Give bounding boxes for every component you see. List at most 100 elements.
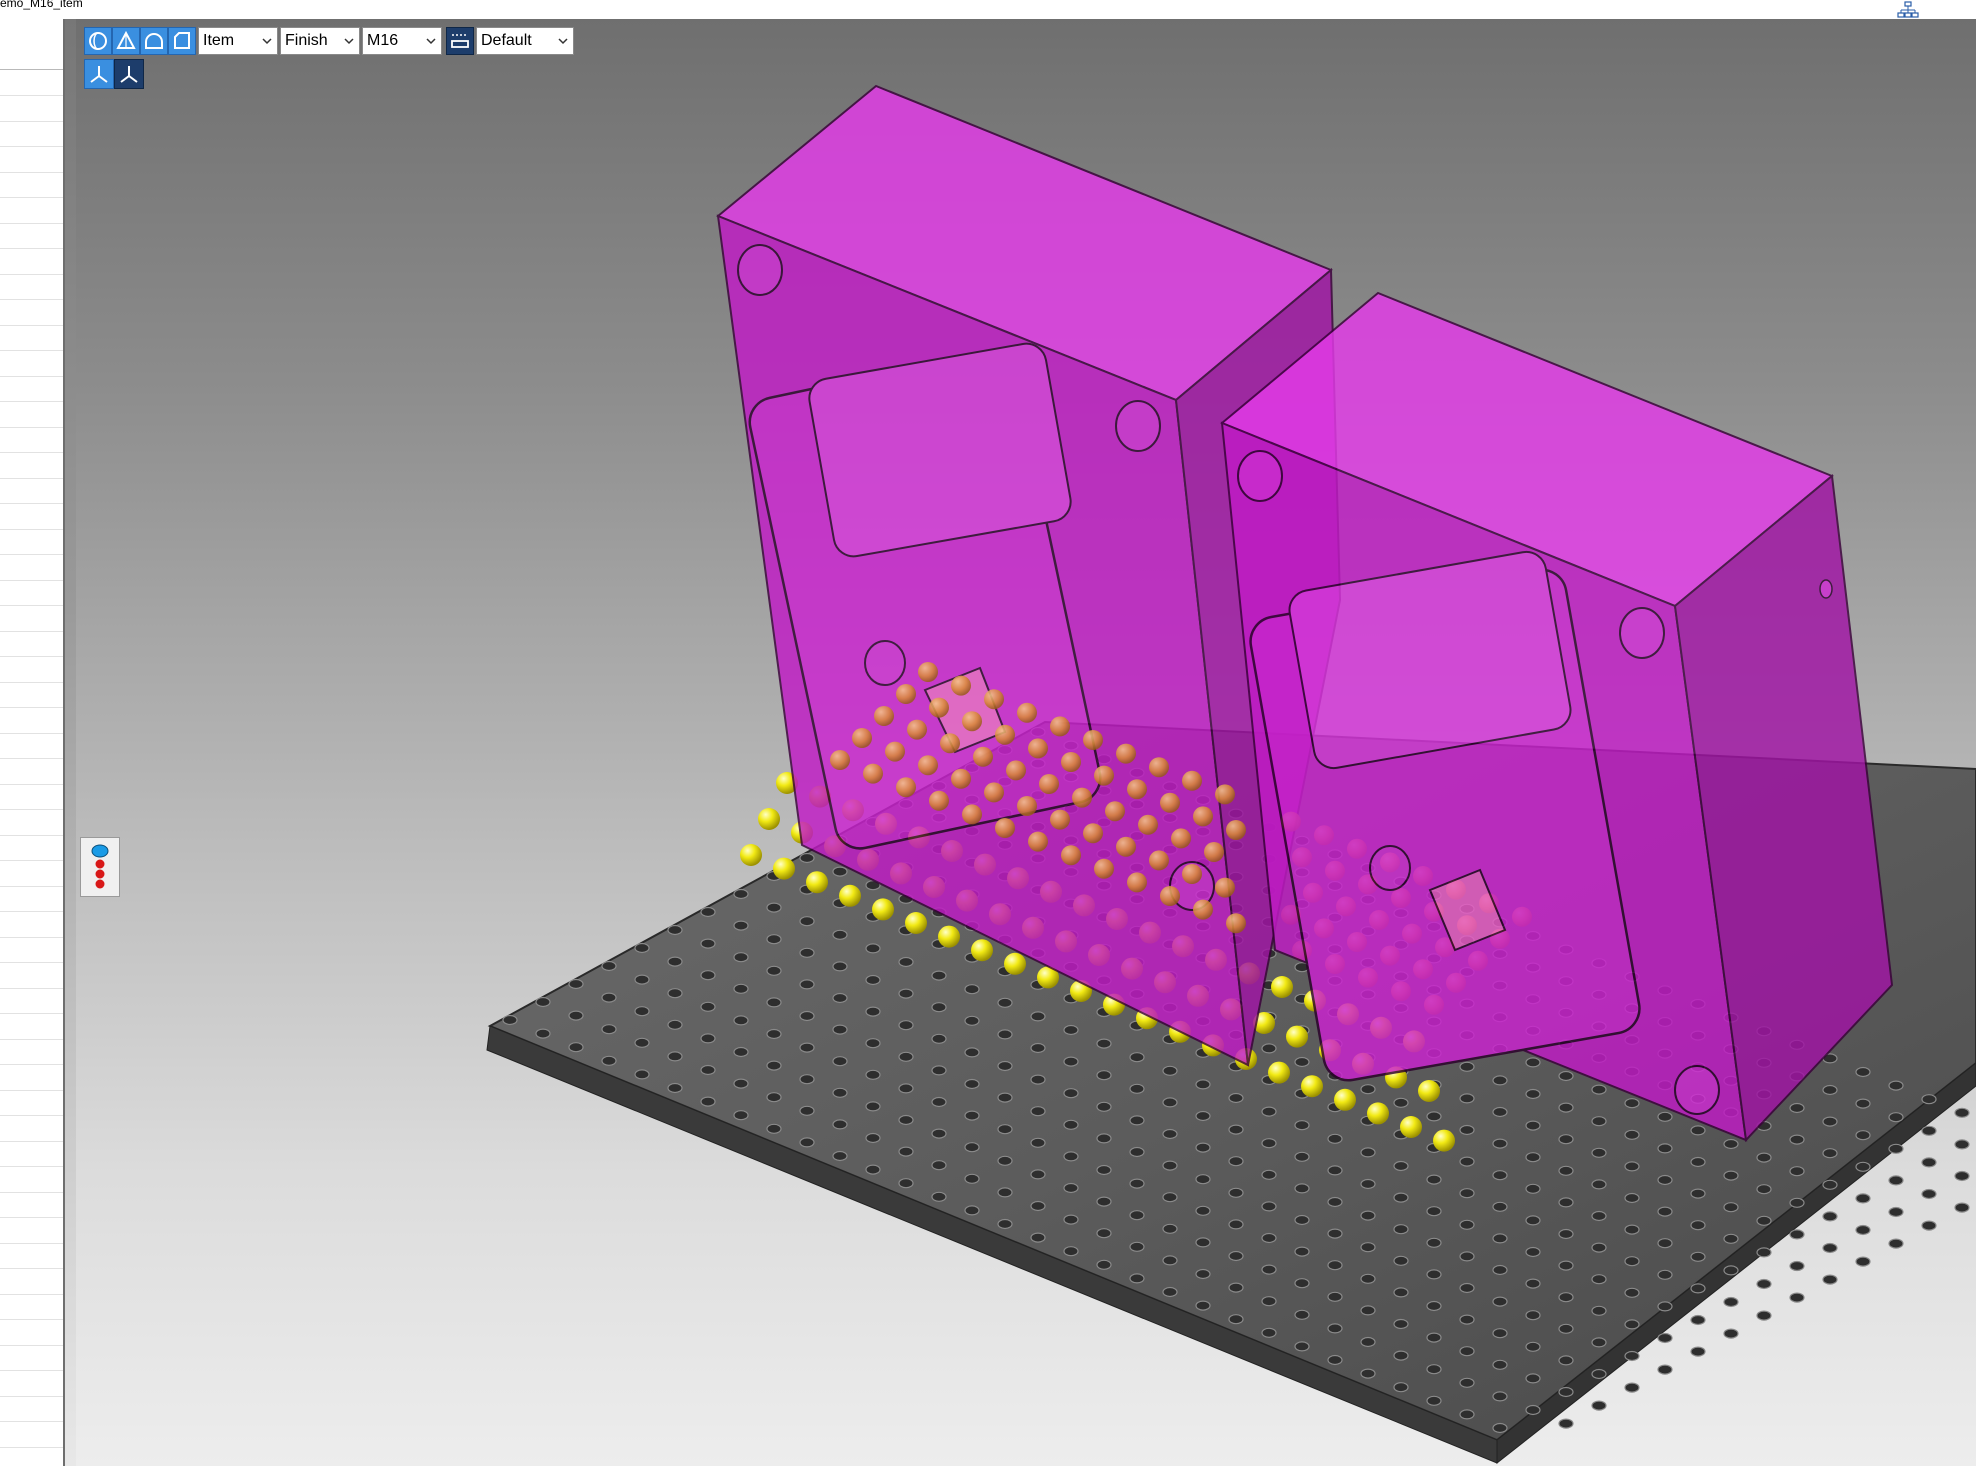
- plate-hole: [667, 924, 683, 936]
- list-row-divider: [0, 273, 63, 275]
- plate-hole: [766, 965, 782, 976]
- plate-hole: [1393, 1097, 1409, 1108]
- plate-hole: [700, 970, 716, 981]
- plate-hole: [1492, 1328, 1508, 1339]
- list-row-divider: [0, 732, 63, 734]
- plate-hole: [1195, 1300, 1211, 1311]
- plate-hole: [1261, 1296, 1277, 1307]
- cone-view-button[interactable]: [112, 27, 140, 55]
- plate-hole: [1756, 1184, 1772, 1195]
- plate-hole: [1195, 1110, 1211, 1122]
- thread-combo[interactable]: M16: [362, 27, 442, 55]
- plate-hole: [1294, 1309, 1310, 1320]
- plate-hole: [1888, 1080, 1904, 1091]
- plate-hole: [865, 1164, 881, 1175]
- plate-hole: [1492, 1106, 1508, 1118]
- yellow-pin: [872, 898, 894, 921]
- plate-hole: [1162, 1065, 1178, 1076]
- item-combo[interactable]: Item: [198, 27, 278, 55]
- plate-hole: [1459, 1282, 1475, 1294]
- list-row-divider: [0, 222, 63, 224]
- plate-hole: [1525, 1404, 1541, 1416]
- plate-hole: [1789, 1197, 1805, 1208]
- finish-combo[interactable]: Finish: [280, 27, 360, 55]
- plate-hole: [1558, 1102, 1574, 1113]
- plate-hole: [1162, 1255, 1178, 1266]
- chevron-down-icon: [426, 38, 436, 45]
- plate-hole: [1591, 1210, 1607, 1222]
- plate-hole: [964, 1110, 980, 1121]
- plate-hole: [997, 1092, 1013, 1103]
- plate-hole: [1954, 1202, 1970, 1213]
- orange-pin: [951, 675, 971, 696]
- plate-hole: [1459, 1124, 1475, 1136]
- plate-hole: [799, 1074, 815, 1085]
- plate-hole: [1063, 1214, 1079, 1225]
- plate-hole: [931, 1033, 947, 1044]
- plate-hole: [700, 1033, 716, 1044]
- plate-hole: [1294, 1183, 1310, 1194]
- axis-triad-button[interactable]: [84, 59, 114, 89]
- plate-hole: [1096, 1164, 1112, 1176]
- list-row-divider: [0, 401, 63, 402]
- list-row-divider: [0, 1115, 63, 1116]
- sphere-view-button[interactable]: [84, 27, 112, 55]
- plate-hole: [931, 1160, 947, 1171]
- plate-hole: [1723, 1170, 1739, 1181]
- yellow-pin: [1400, 1116, 1422, 1138]
- plate-hole: [1789, 1134, 1805, 1145]
- plate-hole: [865, 1006, 881, 1017]
- plate-hole: [1558, 1134, 1574, 1145]
- property-list[interactable]: [0, 69, 63, 1467]
- plate-hole: [1558, 1323, 1574, 1334]
- orange-pin: [984, 689, 1004, 710]
- plate-hole: [1558, 1355, 1574, 1366]
- plate-hole: [1459, 1251, 1475, 1262]
- plate-hole: [1723, 1233, 1739, 1244]
- orange-pin: [1105, 801, 1125, 822]
- hierarchy-icon[interactable]: [1897, 1, 1919, 19]
- scene-canvas[interactable]: [76, 19, 1976, 1466]
- plate-hole: [1063, 1119, 1079, 1130]
- plate-hole: [700, 1096, 716, 1107]
- plate-hole: [1162, 1097, 1178, 1108]
- plate-hole: [832, 929, 848, 940]
- list-row-divider: [0, 248, 63, 249]
- plate-hole: [1063, 1151, 1079, 1162]
- plate-hole: [1360, 1147, 1376, 1158]
- yellow-pin: [1367, 1102, 1389, 1125]
- plate-hole: [1129, 1241, 1145, 1252]
- plate-hole: [1591, 1179, 1607, 1190]
- list-row-divider: [0, 171, 63, 173]
- yellow-pin: [1418, 1080, 1440, 1102]
- plate-hole: [1888, 1206, 1904, 1218]
- plate-hole: [1624, 1382, 1640, 1393]
- plate-hole: [568, 1010, 584, 1021]
- axis-triad-alt-button[interactable]: [114, 59, 144, 89]
- plate-hole: [1063, 1088, 1079, 1099]
- yellow-pin: [806, 871, 828, 894]
- plate-hole: [1459, 1377, 1475, 1388]
- orange-pin: [1149, 757, 1169, 778]
- default-combo[interactable]: Default: [476, 27, 574, 55]
- list-row-divider: [0, 630, 63, 632]
- stacked-dots-icon: [91, 844, 109, 889]
- plate-hole: [1690, 1125, 1706, 1136]
- arc-view-button[interactable]: [140, 27, 168, 55]
- plate-hole: [1822, 1084, 1838, 1096]
- box-view-button[interactable]: [168, 27, 196, 55]
- plate-hole: [1525, 1278, 1541, 1289]
- list-row-divider: [0, 1268, 63, 1269]
- list-row-divider: [0, 911, 63, 912]
- plate-hole: [1030, 1011, 1046, 1022]
- plate-hole: [1360, 1273, 1376, 1284]
- plate-hole: [1261, 1201, 1277, 1212]
- plate-hole: [1030, 1200, 1046, 1212]
- plate-hole: [733, 920, 749, 931]
- orange-pin: [1182, 770, 1202, 791]
- item-combo-value: Item: [203, 32, 235, 49]
- display-style-button[interactable]: [446, 27, 474, 55]
- plate-hole: [1360, 1336, 1376, 1348]
- pin-marker-widget[interactable]: [80, 837, 120, 897]
- 3d-viewport[interactable]: [76, 19, 1976, 1466]
